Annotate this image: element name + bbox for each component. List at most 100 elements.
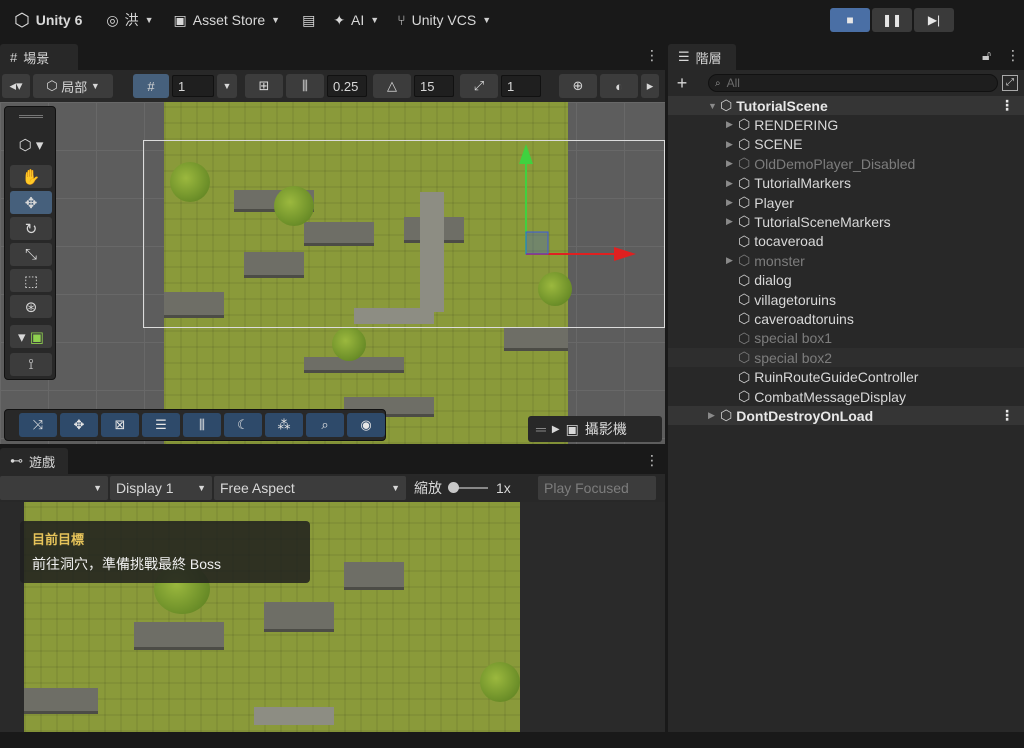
create-button[interactable]: + — [668, 73, 696, 94]
collapse-arrow-icon[interactable]: ▶ — [726, 119, 738, 130]
hierarchy-item[interactable]: ⬡ caveroadtoruins — [668, 309, 1024, 328]
player-sprite[interactable] — [327, 232, 331, 236]
account-dropdown[interactable]: ◎ 洪 ▼ — [106, 10, 153, 30]
tab-game[interactable]: ⊷ 遊戲 — [0, 448, 68, 474]
hierarchy-item[interactable]: ▶ ⬡ Player — [668, 193, 1024, 212]
play-stop-button[interactable]: ■ — [830, 8, 870, 32]
hierarchy-item[interactable]: ⬡ dialog — [668, 271, 1024, 290]
tool-hand[interactable]: ✋ — [10, 165, 52, 188]
hierarchy-panel-menu-icon[interactable]: ⋮ — [1006, 47, 1020, 64]
rotate-snap-field[interactable]: 15 — [414, 75, 454, 97]
aspect-dropdown[interactable]: Free Aspect ▼ — [214, 476, 406, 500]
hierarchy-item[interactable]: ▶ ⬡ TutorialSceneMarkers — [668, 212, 1024, 231]
scale-slider[interactable] — [448, 482, 488, 493]
search-button[interactable]: ⌕ — [306, 413, 344, 437]
hierarchy-item-selected[interactable]: ⬡ special box2 — [668, 348, 1024, 368]
hierarchy-item[interactable]: ⬡ villagetoruins — [668, 290, 1024, 309]
move-gizmo-x-arrow[interactable] — [614, 247, 636, 261]
gizmo-globe-button[interactable]: ⊕ — [559, 74, 597, 98]
snap-button[interactable]: ⊞ — [245, 74, 283, 98]
unity-logo-menu[interactable]: ⬡ Unity 6 — [14, 10, 82, 31]
move-gizmo-y-arrow[interactable] — [519, 144, 533, 164]
camera-overlay[interactable]: ═ ▶ ▣ 攝影機 — [528, 416, 662, 442]
step-button[interactable]: ▶| — [914, 8, 954, 32]
slider-thumb[interactable] — [448, 482, 459, 493]
scene-panel-menu-icon[interactable]: ⋮ — [645, 47, 659, 64]
overlay-move-button[interactable]: ✥ — [60, 413, 98, 437]
game-toolbar: ▼ Display 1 ▼ Free Aspect ▼ 縮放 1x Play F… — [0, 474, 665, 502]
hierarchy-item[interactable]: ⬡ tocaveroad — [668, 232, 1024, 251]
collapse-arrow-icon[interactable]: ▶ — [726, 216, 738, 227]
layers-button[interactable]: ⁂ — [265, 413, 303, 437]
move-snap-field[interactable]: 0.25 — [327, 75, 367, 97]
tool-rotate[interactable]: ↻ — [10, 217, 52, 240]
rotate-snap-button[interactable]: △ — [373, 74, 411, 98]
hierarchy-item[interactable]: ▶ ⬡ SCENE — [668, 135, 1024, 154]
hierarchy-item[interactable]: ▶ ⬡ TutorialMarkers — [668, 174, 1024, 193]
tool-transform[interactable]: ⊛ — [10, 295, 52, 318]
tool-custom-dropdown[interactable]: ▾ ▣ — [10, 325, 52, 348]
hierarchy-scene-row[interactable]: ▶ ⬡ DontDestroyOnLoad ⋮ — [668, 406, 1024, 426]
hierarchy-scene-row[interactable]: ▼ ⬡ TutorialScene ⋮ — [668, 96, 1024, 115]
collapse-arrow-icon[interactable]: ▶ — [726, 178, 738, 189]
scene-toolbar-more[interactable]: ▸ — [641, 74, 659, 98]
settings-button[interactable]: ☰ — [142, 413, 180, 437]
grid-brush-button[interactable]: ⫼ — [183, 413, 221, 437]
hierarchy-item[interactable]: ▶ ⬡ OldDemoPlayer_Disabled — [668, 154, 1024, 173]
tool-move[interactable]: ✥ — [10, 191, 52, 214]
hierarchy-item[interactable]: ⬡ CombatMessageDisplay — [668, 387, 1024, 406]
hierarchy-item[interactable]: ▶ ⬡ monster — [668, 251, 1024, 270]
game-panel-menu-icon[interactable]: ⋮ — [645, 452, 659, 469]
lock-icon[interactable]: 🔓︎ — [982, 47, 991, 64]
grid-size-field[interactable]: 1 — [172, 75, 214, 97]
collapse-arrow-icon[interactable]: ▶ — [708, 410, 720, 421]
gameobject-cube-icon: ⬡ — [738, 349, 751, 366]
move-gizmo-xy-plane[interactable] — [525, 231, 549, 255]
hierarchy-item[interactable]: ⬡ RuinRouteGuideController — [668, 368, 1024, 387]
tab-hierarchy[interactable]: ☰ 階層 — [668, 44, 736, 70]
pivot-dropdown[interactable]: ⬡ 局部 ▼ — [33, 74, 113, 98]
collapse-arrow-icon[interactable]: ▶ — [726, 255, 738, 266]
night-mode-button[interactable]: ☾ — [224, 413, 262, 437]
ai-dropdown[interactable]: ✦ AI ▼ — [333, 12, 379, 29]
eraser-button[interactable]: ⊠ — [101, 413, 139, 437]
expand-arrow-icon[interactable]: ▼ — [708, 101, 720, 111]
increment-snap-button[interactable]: ⫼ — [286, 74, 324, 98]
scale-snap-button[interactable]: ⤢ — [460, 74, 498, 98]
unity-logo-icon: ⬡ — [14, 9, 30, 30]
display-dropdown[interactable]: Display 1 ▼ — [110, 476, 212, 500]
row-menu-icon[interactable]: ⋮ — [1000, 407, 1014, 424]
chevron-left-icon: ◂▾ — [9, 78, 23, 93]
hierarchy-item[interactable]: ⬡ special box1 — [668, 329, 1024, 348]
grid-toggle-button[interactable]: # — [133, 74, 169, 98]
scene-toolbar-overflow[interactable]: ◂▾ — [2, 74, 30, 98]
tool-path[interactable]: ⟟ — [10, 353, 52, 376]
tool-rect[interactable]: ⬚ — [10, 269, 52, 292]
play-triangle-icon: ▶ — [551, 423, 560, 435]
drag-handle-icon[interactable] — [19, 115, 43, 118]
scene-visibility-icon[interactable]: ⤢ — [1002, 75, 1018, 91]
collapse-arrow-icon[interactable]: ▶ — [726, 197, 738, 208]
asset-store-dropdown[interactable]: ▣ Asset Store ▼ — [174, 12, 281, 29]
play-focused-dropdown[interactable]: Play Focused — [538, 476, 656, 500]
collapse-arrow-icon[interactable]: ▶ — [726, 158, 738, 169]
shading-mode-button[interactable]: ◐ — [600, 74, 638, 98]
hierarchy-item[interactable]: ▶ ⬡ RENDERING — [668, 115, 1024, 134]
camera-preview-button[interactable]: ◉ — [347, 413, 385, 437]
unity-vcs-dropdown[interactable]: ⑂ Unity VCS ▼ — [397, 12, 491, 28]
scene-view-canvas[interactable] — [0, 102, 665, 444]
tab-scene[interactable]: # 場景 — [0, 44, 78, 70]
row-menu-icon[interactable]: ⋮ — [1000, 97, 1014, 114]
game-mode-dropdown[interactable]: ▼ — [0, 476, 108, 500]
shuffle-button[interactable]: ⤨ — [19, 413, 57, 437]
package-manager-button[interactable]: ▤ — [302, 12, 315, 29]
collapse-arrow-icon[interactable]: ▶ — [726, 139, 738, 150]
hierarchy-search-input[interactable]: ⌕ All — [708, 74, 998, 92]
tool-mode-dropdown[interactable]: ⬡ ▾ — [10, 133, 52, 156]
pause-button[interactable]: ❚❚ — [872, 8, 912, 32]
move-gizmo[interactable] — [490, 142, 640, 262]
tool-scale[interactable]: ⤡ — [10, 243, 52, 266]
hierarchy-tab-label: 階層 — [695, 50, 722, 66]
scale-snap-field[interactable]: 1 — [501, 75, 541, 97]
grid-dropdown[interactable]: ▼ — [217, 74, 237, 98]
